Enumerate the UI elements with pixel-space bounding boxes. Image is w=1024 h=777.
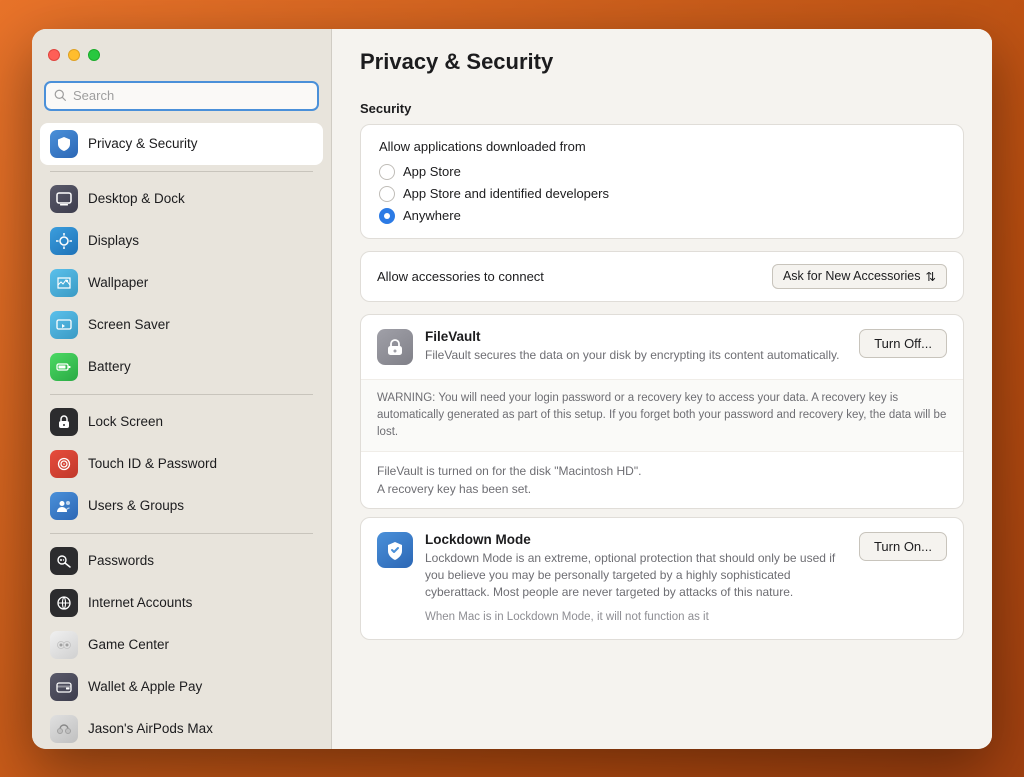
sidebar-items-list: Privacy & Security Desktop & Dock xyxy=(32,123,331,749)
close-button[interactable] xyxy=(48,49,60,61)
filevault-status-line2: A recovery key has been set. xyxy=(377,480,947,498)
titlebar xyxy=(32,29,331,81)
search-box xyxy=(44,81,319,111)
radio-app-store-dev[interactable]: App Store and identified developers xyxy=(379,186,945,202)
sidebar-divider-1 xyxy=(50,171,313,172)
filevault-turn-off-button[interactable]: Turn Off... xyxy=(859,329,947,358)
sidebar: Privacy & Security Desktop & Dock xyxy=(32,29,332,749)
filevault-status-section: FileVault is turned on for the disk "Mac… xyxy=(361,452,963,508)
radio-circle-anywhere xyxy=(379,208,395,224)
sidebar-item-lock-screen[interactable]: Lock Screen xyxy=(40,401,323,443)
sidebar-item-screen-saver[interactable]: Screen Saver xyxy=(40,304,323,346)
lockdown-content: Lockdown Mode Lockdown Mode is an extrem… xyxy=(425,532,847,624)
chevron-up-down-icon: ⇅ xyxy=(926,269,936,284)
search-container xyxy=(32,81,331,123)
sidebar-item-wallpaper[interactable]: Wallpaper xyxy=(40,262,323,304)
radio-circle-app-store xyxy=(379,164,395,180)
main-content: Privacy & Security Security Allow applic… xyxy=(332,29,992,749)
radio-app-store[interactable]: App Store xyxy=(379,164,945,180)
download-from-section: Allow applications downloaded from App S… xyxy=(360,124,964,239)
filevault-status-line1: FileVault is turned on for the disk "Mac… xyxy=(377,462,947,480)
privacy-security-icon xyxy=(50,130,78,158)
sidebar-item-touch-id-password[interactable]: Touch ID & Password xyxy=(40,443,323,485)
sidebar-item-wallet-apple-pay[interactable]: Wallet & Apple Pay xyxy=(40,666,323,708)
sidebar-label-displays: Displays xyxy=(88,233,139,248)
filevault-card: FileVault FileVault secures the data on … xyxy=(360,314,964,510)
settings-window: Privacy & Security Desktop & Dock xyxy=(32,29,992,749)
accessories-dropdown[interactable]: Ask for New Accessories ⇅ xyxy=(772,264,947,289)
wallpaper-icon xyxy=(50,269,78,297)
sidebar-label-touch-id-password: Touch ID & Password xyxy=(88,456,217,471)
maximize-button[interactable] xyxy=(88,49,100,61)
accessories-row: Allow accessories to connect Ask for New… xyxy=(360,251,964,302)
sidebar-item-jasons-airpods[interactable]: Jason's AirPods Max xyxy=(40,708,323,749)
filevault-icon xyxy=(377,329,413,365)
passwords-icon xyxy=(50,547,78,575)
lockdown-mode-more-text: When Mac is in Lockdown Mode, it will no… xyxy=(425,609,847,625)
touch-id-password-icon xyxy=(50,450,78,478)
screen-saver-icon xyxy=(50,311,78,339)
accessories-value: Ask for New Accessories xyxy=(783,269,921,283)
sidebar-label-wallpaper: Wallpaper xyxy=(88,275,148,290)
radio-anywhere[interactable]: Anywhere xyxy=(379,208,945,224)
page-title: Privacy & Security xyxy=(360,49,964,75)
sidebar-divider-2 xyxy=(50,394,313,395)
download-from-label: Allow applications downloaded from xyxy=(379,139,945,154)
filevault-warning-section: WARNING: You will need your login passwo… xyxy=(361,380,963,453)
filevault-warning-text: WARNING: You will need your login passwo… xyxy=(377,390,947,442)
battery-icon xyxy=(50,353,78,381)
sidebar-item-users-groups[interactable]: Users & Groups xyxy=(40,485,323,527)
sidebar-item-game-center[interactable]: Game Center xyxy=(40,624,323,666)
sidebar-label-screen-saver: Screen Saver xyxy=(88,317,170,332)
radio-label-anywhere: Anywhere xyxy=(403,208,461,223)
sidebar-item-desktop-dock[interactable]: Desktop & Dock xyxy=(40,178,323,220)
internet-accounts-icon xyxy=(50,589,78,617)
sidebar-item-privacy-security[interactable]: Privacy & Security xyxy=(40,123,323,165)
search-input[interactable] xyxy=(73,88,309,103)
filevault-description: FileVault secures the data on your disk … xyxy=(425,347,847,364)
radio-label-app-store: App Store xyxy=(403,164,461,179)
sidebar-item-displays[interactable]: Displays xyxy=(40,220,323,262)
section-title-security: Security xyxy=(360,101,964,116)
filevault-content: FileVault FileVault secures the data on … xyxy=(425,329,847,364)
users-groups-icon xyxy=(50,492,78,520)
sidebar-label-jasons-airpods: Jason's AirPods Max xyxy=(88,721,213,736)
lockdown-main-row: Lockdown Mode Lockdown Mode is an extrem… xyxy=(377,532,947,624)
filevault-main-row: FileVault FileVault secures the data on … xyxy=(361,315,963,380)
lockdown-mode-description: Lockdown Mode is an extreme, optional pr… xyxy=(425,550,847,600)
sidebar-label-battery: Battery xyxy=(88,359,131,374)
main-body: Security Allow applications downloaded f… xyxy=(332,85,992,749)
lock-screen-icon xyxy=(50,408,78,436)
sidebar-label-wallet-apple-pay: Wallet & Apple Pay xyxy=(88,679,202,694)
desktop-dock-icon xyxy=(50,185,78,213)
sidebar-label-lock-screen: Lock Screen xyxy=(88,414,163,429)
wallet-apple-pay-icon xyxy=(50,673,78,701)
sidebar-label-desktop-dock: Desktop & Dock xyxy=(88,191,185,206)
radio-label-app-store-dev: App Store and identified developers xyxy=(403,186,609,201)
lockdown-mode-icon xyxy=(377,532,413,568)
lockdown-turn-on-button[interactable]: Turn On... xyxy=(859,532,947,561)
search-icon xyxy=(54,89,67,102)
sidebar-label-passwords: Passwords xyxy=(88,553,154,568)
accessories-label: Allow accessories to connect xyxy=(377,269,544,284)
sidebar-label-privacy-security: Privacy & Security xyxy=(88,136,198,151)
lockdown-card: Lockdown Mode Lockdown Mode is an extrem… xyxy=(360,517,964,639)
sidebar-label-internet-accounts: Internet Accounts xyxy=(88,595,192,610)
lockdown-mode-title: Lockdown Mode xyxy=(425,532,847,547)
sidebar-label-users-groups: Users & Groups xyxy=(88,498,184,513)
game-center-icon xyxy=(50,631,78,659)
airpods-max-icon xyxy=(50,715,78,743)
radio-group-download: App Store App Store and identified devel… xyxy=(379,164,945,224)
filevault-title: FileVault xyxy=(425,329,847,344)
minimize-button[interactable] xyxy=(68,49,80,61)
sidebar-item-passwords[interactable]: Passwords xyxy=(40,540,323,582)
sidebar-item-battery[interactable]: Battery xyxy=(40,346,323,388)
main-header: Privacy & Security xyxy=(332,29,992,85)
sidebar-divider-3 xyxy=(50,533,313,534)
sidebar-label-game-center: Game Center xyxy=(88,637,169,652)
radio-circle-app-store-dev xyxy=(379,186,395,202)
sidebar-item-internet-accounts[interactable]: Internet Accounts xyxy=(40,582,323,624)
displays-icon xyxy=(50,227,78,255)
